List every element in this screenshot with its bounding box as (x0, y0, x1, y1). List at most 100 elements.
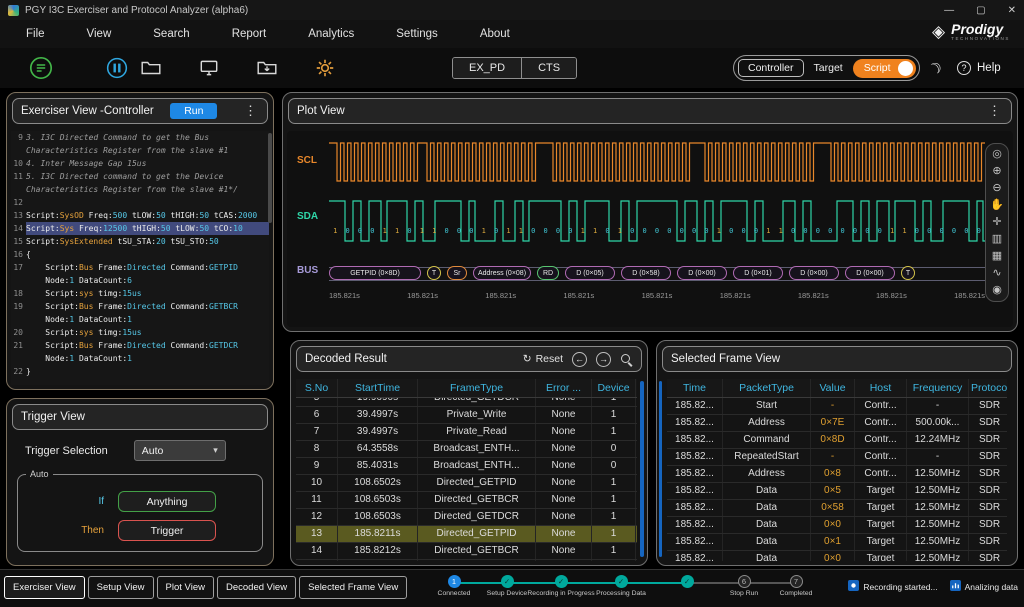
prev-frame-button[interactable]: ← (572, 352, 587, 367)
decoded-row-8[interactable]: 864.3558sBroadcast_ENTH...None0 (296, 441, 637, 458)
code-line[interactable]: 22} (11, 365, 269, 378)
run-button[interactable]: Run (170, 103, 217, 119)
maximize-icon[interactable]: ▢ (976, 5, 985, 16)
bus-frame-label[interactable]: GETPID (0×8D) (329, 266, 421, 280)
kebab-menu-icon[interactable]: ⋮ (242, 103, 259, 119)
pan-hand-icon[interactable]: ✋ (990, 200, 1004, 211)
reset-button[interactable]: ↻ Reset (523, 353, 563, 365)
code-line[interactable]: 104. Inter Message Gap 15us (11, 157, 269, 170)
menu-analytics[interactable]: Analytics (304, 26, 358, 42)
frame-row-3[interactable]: 185.82...Command0×8DContr...12.24MHzSDR (667, 432, 1007, 449)
dark-mode-icon[interactable]: ☾ (924, 57, 945, 79)
menu-file[interactable]: File (22, 26, 49, 42)
zoom-in-icon[interactable]: ⊕ (992, 166, 1001, 177)
bus-frame-label[interactable]: T (427, 266, 441, 280)
columns-icon[interactable]: ▥ (992, 234, 1002, 245)
code-line[interactable]: 16{ (11, 248, 269, 261)
frame-row-5[interactable]: 185.82...Address0×8Contr...12.50MHzSDR (667, 466, 1007, 483)
export-folder-icon[interactable] (252, 53, 282, 83)
decoded-row-12[interactable]: 12108.6503sDirected_GETDCRNone1 (296, 509, 637, 526)
tab-plot-view[interactable]: Plot View (157, 576, 214, 599)
menu-report[interactable]: Report (228, 26, 271, 42)
code-line[interactable]: 20 Script:sys timg:15us (11, 326, 269, 339)
tab-exerciser-view[interactable]: Exerciser View (4, 576, 85, 599)
decoded-row-15[interactable]: 15185.8212sDirected_GETDCRNone1 (296, 560, 637, 561)
search-icon[interactable] (620, 353, 633, 366)
code-line[interactable]: Node:1 DataCount:1 (11, 352, 269, 365)
measure-icon[interactable]: ∿ (992, 268, 1001, 279)
code-line[interactable]: 14Script:Sys Freq:12500 tHIGH:50 tLOW:50… (11, 222, 269, 235)
decoded-scrollbar[interactable] (640, 381, 644, 557)
bus-frame-label[interactable]: D (0×58) (621, 266, 671, 280)
open-folder-icon[interactable] (136, 53, 166, 83)
mode-controller-button[interactable]: Controller (738, 59, 804, 77)
bus-frame-label[interactable]: T (901, 266, 915, 280)
code-line[interactable]: Node:1 DataCount:6 (11, 274, 269, 287)
bus-frame-label[interactable]: Address (0×08) (473, 266, 531, 280)
mode-button-ex_pd[interactable]: EX_PD (453, 58, 521, 78)
decoded-row-14[interactable]: 14185.8212sDirected_GETBCRNone1 (296, 543, 637, 560)
minimize-icon[interactable]: — (944, 5, 954, 16)
cursor-tool-icon[interactable]: ◎ (992, 149, 1002, 160)
bus-frame-label[interactable]: D (0×00) (845, 266, 895, 280)
mode-target-button[interactable]: Target (804, 60, 853, 76)
menu-search[interactable]: Search (149, 26, 193, 42)
frame-row-10[interactable]: 185.82...Data0×0Target12.50MHzSDR (667, 551, 1007, 561)
script-editor[interactable]: 93. I3C Directed Command to get the BusC… (11, 131, 269, 385)
tab-decoded-view[interactable]: Decoded View (217, 576, 296, 599)
code-line[interactable]: Characteristics Register from the slave … (11, 183, 269, 196)
frame-row-8[interactable]: 185.82...Data0×0Target12.50MHzSDR (667, 517, 1007, 534)
frame-scrollbar[interactable] (659, 381, 662, 557)
mode-button-cts[interactable]: CTS (521, 58, 576, 78)
frame-row-2[interactable]: 185.82...Address0×7EContr...500.00k...SD… (667, 415, 1007, 432)
decoded-row-11[interactable]: 11108.6503sDirected_GETBCRNone1 (296, 492, 637, 509)
grid-icon[interactable]: ▦ (992, 251, 1002, 262)
decoded-row-9[interactable]: 985.4031sBroadcast_ENTH...None0 (296, 458, 637, 475)
move-tool-icon[interactable]: ✛ (992, 217, 1001, 228)
code-line[interactable]: 15Script:SysExtended tSU_STA:20 tSU_STO:… (11, 235, 269, 248)
frame-row-1[interactable]: 185.82...Start-Contr...-SDR (667, 398, 1007, 415)
settings-gear-icon[interactable] (310, 53, 340, 83)
code-line[interactable]: 93. I3C Directed Command to get the Bus (11, 131, 269, 144)
decoded-row-7[interactable]: 739.4997sPrivate_ReadNone1 (296, 424, 637, 441)
menu-settings[interactable]: Settings (392, 26, 442, 42)
frame-row-6[interactable]: 185.82...Data0×5Target12.50MHzSDR (667, 483, 1007, 500)
code-line[interactable]: Characteristics Register from the slave … (11, 144, 269, 157)
trigger-selection-dropdown[interactable]: Auto ▾ (134, 440, 226, 461)
bus-frame-label[interactable]: D (0×00) (789, 266, 839, 280)
device-monitor-icon[interactable] (194, 53, 224, 83)
menu-about[interactable]: About (476, 26, 514, 42)
frame-row-9[interactable]: 185.82...Data0×1Target12.50MHzSDR (667, 534, 1007, 551)
code-line[interactable]: 17 Script:Bus Frame:Directed Command:GET… (11, 261, 269, 274)
help-button[interactable]: ? Help (957, 61, 1001, 75)
close-icon[interactable]: ✕ (1008, 5, 1016, 16)
kebab-menu-icon[interactable]: ⋮ (986, 103, 1003, 119)
decoded-row-6[interactable]: 639.4997sPrivate_WriteNone1 (296, 407, 637, 424)
zoom-out-icon[interactable]: ⊖ (992, 183, 1001, 194)
frame-row-4[interactable]: 185.82...RepeatedStart-Contr...-SDR (667, 449, 1007, 466)
anything-button[interactable]: Anything (118, 491, 216, 512)
bus-frame-label[interactable]: Sr (447, 266, 467, 280)
code-line[interactable]: 13Script:SysOD Freq:500 tLOW:50 tHIGH:50… (11, 209, 269, 222)
snapshot-icon[interactable]: ◉ (992, 285, 1002, 296)
editor-scrollbar[interactable] (268, 133, 272, 223)
pause-icon[interactable] (102, 53, 132, 83)
script-run-icon[interactable] (26, 53, 56, 83)
waveform-area[interactable]: SCLSDABUS1000110110001011000011010000000… (287, 131, 1013, 327)
bus-frame-label[interactable]: D (0×00) (677, 266, 727, 280)
code-line[interactable]: 12 (11, 196, 269, 209)
waveform-canvas[interactable] (329, 139, 985, 264)
bus-frame-label[interactable]: D (0×01) (733, 266, 783, 280)
mode-script-toggle[interactable]: Script (853, 59, 916, 78)
code-line[interactable]: Node:1 DataCount:1 (11, 313, 269, 326)
code-line[interactable]: 21 Script:Bus Frame:Directed Command:GET… (11, 339, 269, 352)
bus-frame-label[interactable]: D (0×05) (565, 266, 615, 280)
next-frame-button[interactable]: → (596, 352, 611, 367)
decoded-row-13[interactable]: 13185.8211sDirected_GETPIDNone1 (296, 526, 637, 543)
tab-setup-view[interactable]: Setup View (88, 576, 154, 599)
bus-frame-label[interactable]: RD (537, 266, 559, 280)
frame-row-7[interactable]: 185.82...Data0×58Target12.50MHzSDR (667, 500, 1007, 517)
tab-selected-frame-view[interactable]: Selected Frame View (299, 576, 407, 599)
code-line[interactable]: 19 Script:Bus Frame:Directed Command:GET… (11, 300, 269, 313)
code-line[interactable]: 115. I3C Directed command to get the Dev… (11, 170, 269, 183)
